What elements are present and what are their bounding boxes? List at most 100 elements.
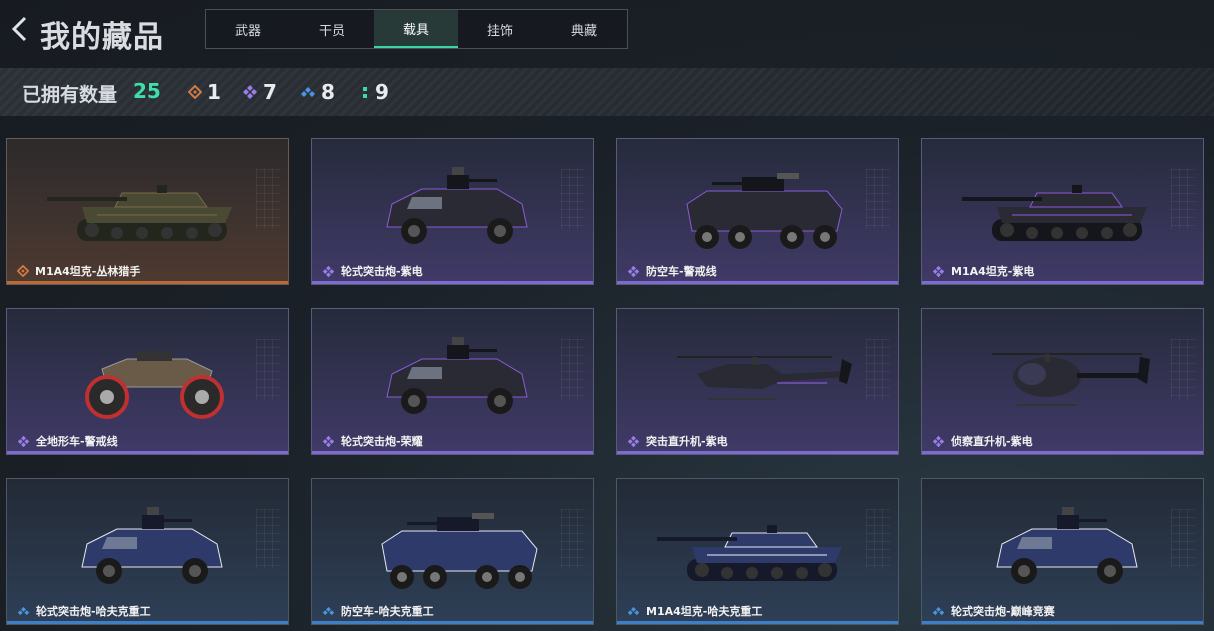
vehicle-name: 轮式突击炮-荣耀 — [341, 435, 423, 448]
card-grid-decoration — [866, 169, 890, 229]
vehicle-image — [381, 513, 538, 589]
tank-icon — [962, 185, 1147, 241]
card-grid-decoration — [1171, 509, 1195, 569]
vehicle-card[interactable]: 轮式突击炮-紫电 — [311, 138, 594, 285]
purple-diamond-icon — [243, 85, 257, 99]
vehicle-image — [85, 351, 224, 419]
purple-rarity-icon — [627, 435, 640, 447]
vehicle-card[interactable]: 防空车-哈夫克重工 — [311, 478, 594, 625]
armored-car-icon — [81, 507, 223, 584]
rarity-count-purple: 7 — [242, 80, 277, 104]
vehicle-card[interactable]: 轮式突击炮-哈夫克重工 — [6, 478, 289, 625]
card-grid-decoration — [1171, 339, 1195, 399]
vehicle-card-label: M1A4坦克-丛林猎手 — [17, 263, 140, 279]
vehicle-card[interactable]: 轮式突击炮-荣耀 — [311, 308, 594, 455]
vehicle-image — [686, 173, 843, 249]
category-tabs: 武器 干员 载具 挂饰 典藏 — [205, 9, 628, 49]
page-title: 我的藏品 — [40, 20, 164, 55]
vehicle-name: 全地形车-警戒线 — [36, 435, 118, 448]
rarity-bar — [312, 281, 593, 284]
rarity-bar — [312, 621, 593, 624]
vehicle-card-label: 侦察直升机-紫电 — [932, 433, 1033, 449]
vehicle-image — [386, 337, 528, 414]
rarity-bar — [312, 451, 593, 454]
attack-helicopter-icon — [677, 356, 852, 400]
vehicle-image — [81, 507, 223, 584]
rarity-bar — [7, 621, 288, 624]
card-grid-decoration — [256, 339, 280, 399]
blue-rarity-icon — [17, 606, 30, 616]
vehicle-card[interactable]: M1A4坦克-哈夫克重工 — [616, 478, 899, 625]
vehicle-card[interactable]: 突击直升机-紫电 — [616, 308, 899, 455]
tank-icon — [47, 185, 232, 241]
blue-rarity-icon — [322, 606, 335, 616]
rarity-bar — [617, 281, 898, 284]
vehicle-card[interactable]: 全地形车-警戒线 — [6, 308, 289, 455]
vehicle-card[interactable]: M1A4坦克-丛林猎手 — [6, 138, 289, 285]
armored-car-icon — [386, 337, 528, 414]
vehicle-name: 轮式突击炮-紫电 — [341, 265, 423, 278]
blue-diamond-icon — [301, 87, 315, 97]
vehicle-image — [962, 185, 1147, 241]
rarity-count-value: 1 — [207, 80, 221, 104]
rarity-count-value: 9 — [375, 80, 389, 104]
purple-rarity-icon — [322, 265, 335, 277]
tab-vehicles[interactable]: 载具 — [374, 10, 458, 48]
vehicle-name: M1A4坦克-丛林猎手 — [35, 265, 141, 278]
vehicle-card-label: 轮式突击炮-荣耀 — [322, 433, 423, 449]
purple-rarity-icon — [627, 265, 640, 277]
rarity-bar — [617, 451, 898, 454]
stats-bar — [0, 68, 1214, 116]
vehicle-card[interactable]: 防空车-警戒线 — [616, 138, 899, 285]
tab-operators[interactable]: 干员 — [290, 10, 374, 48]
tank-icon — [657, 525, 842, 581]
vehicle-card-label: 突击直升机-紫电 — [627, 433, 728, 449]
purple-rarity-icon — [322, 435, 335, 447]
green-dots-icon — [363, 87, 367, 98]
vehicle-card[interactable]: 轮式突击炮-巅峰竞赛 — [921, 478, 1204, 625]
purple-rarity-icon — [932, 265, 945, 277]
vehicle-name: 轮式突击炮-哈夫克重工 — [36, 605, 151, 618]
card-grid-decoration — [561, 169, 585, 229]
vehicle-name: M1A4坦克-紫电 — [951, 265, 1035, 278]
purple-rarity-icon — [17, 435, 30, 447]
vehicle-card-label: 全地形车-警戒线 — [17, 433, 118, 449]
blue-rarity-icon — [932, 606, 945, 616]
vehicle-card[interactable]: M1A4坦克-紫电 — [921, 138, 1204, 285]
vehicle-card-label: M1A4坦克-哈夫克重工 — [627, 603, 762, 619]
vehicle-name: 侦察直升机-紫电 — [951, 435, 1033, 448]
rarity-bar — [922, 281, 1203, 284]
apc-icon — [686, 173, 843, 249]
scout-helicopter-icon — [992, 353, 1150, 406]
vehicle-card-label: 防空车-警戒线 — [627, 263, 717, 279]
vehicle-card-label: 轮式突击炮-紫电 — [322, 263, 423, 279]
vehicle-image — [677, 356, 852, 400]
card-grid-decoration — [561, 339, 585, 399]
vehicle-name: M1A4坦克-哈夫克重工 — [646, 605, 763, 618]
tab-weapons[interactable]: 武器 — [206, 10, 290, 48]
rarity-count-value: 8 — [321, 80, 335, 104]
tab-collection[interactable]: 典藏 — [542, 10, 626, 48]
vehicle-card-label: 轮式突击炮-巅峰竞赛 — [932, 603, 1055, 619]
rarity-bar — [617, 621, 898, 624]
owned-label: 已拥有数量 — [22, 84, 118, 106]
back-arrow-icon[interactable] — [8, 14, 30, 44]
apc-icon — [381, 513, 538, 589]
vehicle-card-label: 防空车-哈夫克重工 — [322, 603, 434, 619]
vehicle-image — [992, 353, 1150, 406]
vehicle-name: 防空车-警戒线 — [646, 265, 717, 278]
vehicle-name: 轮式突击炮-巅峰竞赛 — [951, 605, 1055, 618]
purple-rarity-icon — [932, 435, 945, 447]
armored-car-icon — [996, 507, 1138, 584]
vehicle-card[interactable]: 侦察直升机-紫电 — [921, 308, 1204, 455]
vehicle-name: 突击直升机-紫电 — [646, 435, 728, 448]
vehicle-image — [386, 167, 528, 244]
vehicle-image — [47, 185, 232, 241]
vehicle-card-label: 轮式突击炮-哈夫克重工 — [17, 603, 151, 619]
rarity-count-value: 7 — [263, 80, 277, 104]
armored-car-icon — [386, 167, 528, 244]
rarity-bar — [922, 621, 1203, 624]
tab-charms[interactable]: 挂饰 — [458, 10, 542, 48]
owned-count: 25 — [133, 79, 161, 103]
rarity-bar — [922, 451, 1203, 454]
